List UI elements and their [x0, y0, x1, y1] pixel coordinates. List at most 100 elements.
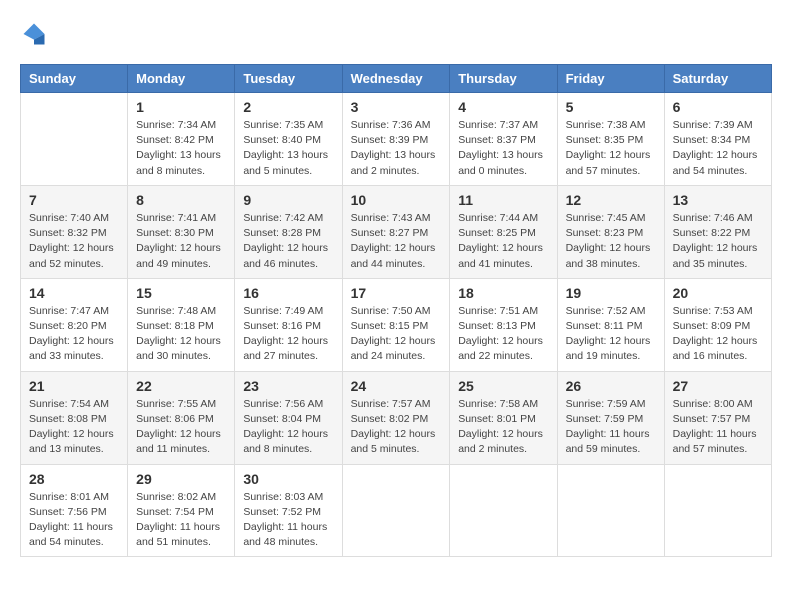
- day-number: 2: [243, 99, 333, 115]
- day-number: 29: [136, 471, 226, 487]
- calendar-cell: [450, 464, 557, 557]
- header-tuesday: Tuesday: [235, 65, 342, 93]
- day-info: Sunrise: 7:50 AM Sunset: 8:15 PM Dayligh…: [351, 304, 442, 365]
- calendar-cell: 18 Sunrise: 7:51 AM Sunset: 8:13 PM Dayli…: [450, 278, 557, 371]
- calendar-cell: 23 Sunrise: 7:56 AM Sunset: 8:04 PM Dayli…: [235, 371, 342, 464]
- day-number: 13: [673, 192, 763, 208]
- calendar-cell: 12 Sunrise: 7:45 AM Sunset: 8:23 PM Dayli…: [557, 185, 664, 278]
- calendar-cell: 24 Sunrise: 7:57 AM Sunset: 8:02 PM Dayli…: [342, 371, 450, 464]
- day-number: 16: [243, 285, 333, 301]
- day-info: Sunrise: 7:40 AM Sunset: 8:32 PM Dayligh…: [29, 211, 119, 272]
- day-number: 25: [458, 378, 548, 394]
- page-header: [20, 20, 772, 48]
- day-info: Sunrise: 7:39 AM Sunset: 8:34 PM Dayligh…: [673, 118, 763, 179]
- calendar-cell: 1Sunrise: 7:34 AM Sunset: 8:42 PM Daylig…: [128, 93, 235, 186]
- calendar-cell: [557, 464, 664, 557]
- day-info: Sunrise: 7:36 AM Sunset: 8:39 PM Dayligh…: [351, 118, 442, 179]
- day-number: 27: [673, 378, 763, 394]
- header-friday: Friday: [557, 65, 664, 93]
- calendar-cell: 10 Sunrise: 7:43 AM Sunset: 8:27 PM Dayli…: [342, 185, 450, 278]
- day-number: 8: [136, 192, 226, 208]
- day-info: Sunrise: 8:00 AM Sunset: 7:57 PM Dayligh…: [673, 397, 763, 458]
- calendar-week-row: 7Sunrise: 7:40 AM Sunset: 8:32 PM Daylig…: [21, 185, 772, 278]
- day-number: 30: [243, 471, 333, 487]
- calendar-cell: 2 Sunrise: 7:35 AM Sunset: 8:40 PM Daylig…: [235, 93, 342, 186]
- day-info: Sunrise: 7:48 AM Sunset: 8:18 PM Dayligh…: [136, 304, 226, 365]
- day-info: Sunrise: 7:49 AM Sunset: 8:16 PM Dayligh…: [243, 304, 333, 365]
- calendar-week-row: 1Sunrise: 7:34 AM Sunset: 8:42 PM Daylig…: [21, 93, 772, 186]
- day-number: 23: [243, 378, 333, 394]
- day-number: 5: [566, 99, 656, 115]
- day-info: Sunrise: 8:03 AM Sunset: 7:52 PM Dayligh…: [243, 490, 333, 551]
- day-number: 22: [136, 378, 226, 394]
- day-number: 26: [566, 378, 656, 394]
- day-number: 15: [136, 285, 226, 301]
- day-info: Sunrise: 7:56 AM Sunset: 8:04 PM Dayligh…: [243, 397, 333, 458]
- day-number: 24: [351, 378, 442, 394]
- calendar-cell: 4 Sunrise: 7:37 AM Sunset: 8:37 PM Daylig…: [450, 93, 557, 186]
- calendar-cell: 21Sunrise: 7:54 AM Sunset: 8:08 PM Dayli…: [21, 371, 128, 464]
- calendar-week-row: 28Sunrise: 8:01 AM Sunset: 7:56 PM Dayli…: [21, 464, 772, 557]
- calendar-cell: 20 Sunrise: 7:53 AM Sunset: 8:09 PM Dayli…: [664, 278, 771, 371]
- calendar-cell: 16 Sunrise: 7:49 AM Sunset: 8:16 PM Dayli…: [235, 278, 342, 371]
- calendar-cell: 26 Sunrise: 7:59 AM Sunset: 7:59 PM Dayli…: [557, 371, 664, 464]
- day-info: Sunrise: 7:55 AM Sunset: 8:06 PM Dayligh…: [136, 397, 226, 458]
- header-sunday: Sunday: [21, 65, 128, 93]
- day-number: 1: [136, 99, 226, 115]
- day-number: 11: [458, 192, 548, 208]
- calendar-cell: 25Sunrise: 7:58 AM Sunset: 8:01 PM Dayli…: [450, 371, 557, 464]
- calendar-cell: 17 Sunrise: 7:50 AM Sunset: 8:15 PM Dayli…: [342, 278, 450, 371]
- calendar-cell: 3 Sunrise: 7:36 AM Sunset: 8:39 PM Daylig…: [342, 93, 450, 186]
- calendar-cell: 14 Sunrise: 7:47 AM Sunset: 8:20 PM Dayli…: [21, 278, 128, 371]
- day-info: Sunrise: 7:44 AM Sunset: 8:25 PM Dayligh…: [458, 211, 548, 272]
- day-info: Sunrise: 7:35 AM Sunset: 8:40 PM Dayligh…: [243, 118, 333, 179]
- day-info: Sunrise: 7:53 AM Sunset: 8:09 PM Dayligh…: [673, 304, 763, 365]
- day-number: 4: [458, 99, 548, 115]
- day-number: 20: [673, 285, 763, 301]
- header-wednesday: Wednesday: [342, 65, 450, 93]
- day-number: 3: [351, 99, 442, 115]
- logo: [20, 20, 52, 48]
- day-number: 9: [243, 192, 333, 208]
- header-monday: Monday: [128, 65, 235, 93]
- day-info: Sunrise: 8:02 AM Sunset: 7:54 PM Dayligh…: [136, 490, 226, 551]
- day-info: Sunrise: 7:43 AM Sunset: 8:27 PM Dayligh…: [351, 211, 442, 272]
- day-number: 28: [29, 471, 119, 487]
- calendar-cell: 11 Sunrise: 7:44 AM Sunset: 8:25 PM Dayli…: [450, 185, 557, 278]
- header-thursday: Thursday: [450, 65, 557, 93]
- calendar-cell: 6 Sunrise: 7:39 AM Sunset: 8:34 PM Daylig…: [664, 93, 771, 186]
- calendar-table: SundayMondayTuesdayWednesdayThursdayFrid…: [20, 64, 772, 557]
- calendar-cell: 30 Sunrise: 8:03 AM Sunset: 7:52 PM Dayli…: [235, 464, 342, 557]
- calendar-cell: 5 Sunrise: 7:38 AM Sunset: 8:35 PM Daylig…: [557, 93, 664, 186]
- day-number: 12: [566, 192, 656, 208]
- day-info: Sunrise: 7:51 AM Sunset: 8:13 PM Dayligh…: [458, 304, 548, 365]
- day-number: 10: [351, 192, 442, 208]
- day-number: 14: [29, 285, 119, 301]
- calendar-cell: 19 Sunrise: 7:52 AM Sunset: 8:11 PM Dayli…: [557, 278, 664, 371]
- day-info: Sunrise: 7:59 AM Sunset: 7:59 PM Dayligh…: [566, 397, 656, 458]
- day-number: 6: [673, 99, 763, 115]
- day-number: 17: [351, 285, 442, 301]
- calendar-cell: [342, 464, 450, 557]
- day-number: 19: [566, 285, 656, 301]
- calendar-cell: 15 Sunrise: 7:48 AM Sunset: 8:18 PM Dayli…: [128, 278, 235, 371]
- day-info: Sunrise: 7:52 AM Sunset: 8:11 PM Dayligh…: [566, 304, 656, 365]
- logo-icon: [20, 20, 48, 48]
- calendar-header-row: SundayMondayTuesdayWednesdayThursdayFrid…: [21, 65, 772, 93]
- calendar-cell: 8Sunrise: 7:41 AM Sunset: 8:30 PM Daylig…: [128, 185, 235, 278]
- header-saturday: Saturday: [664, 65, 771, 93]
- day-info: Sunrise: 7:37 AM Sunset: 8:37 PM Dayligh…: [458, 118, 548, 179]
- day-number: 18: [458, 285, 548, 301]
- day-info: Sunrise: 7:45 AM Sunset: 8:23 PM Dayligh…: [566, 211, 656, 272]
- calendar-week-row: 14 Sunrise: 7:47 AM Sunset: 8:20 PM Dayli…: [21, 278, 772, 371]
- calendar-cell: 13 Sunrise: 7:46 AM Sunset: 8:22 PM Dayli…: [664, 185, 771, 278]
- calendar-cell: [664, 464, 771, 557]
- calendar-cell: 22 Sunrise: 7:55 AM Sunset: 8:06 PM Dayli…: [128, 371, 235, 464]
- day-info: Sunrise: 7:57 AM Sunset: 8:02 PM Dayligh…: [351, 397, 442, 458]
- calendar-week-row: 21Sunrise: 7:54 AM Sunset: 8:08 PM Dayli…: [21, 371, 772, 464]
- day-info: Sunrise: 7:38 AM Sunset: 8:35 PM Dayligh…: [566, 118, 656, 179]
- day-info: Sunrise: 7:47 AM Sunset: 8:20 PM Dayligh…: [29, 304, 119, 365]
- calendar-cell: 9Sunrise: 7:42 AM Sunset: 8:28 PM Daylig…: [235, 185, 342, 278]
- day-info: Sunrise: 7:54 AM Sunset: 8:08 PM Dayligh…: [29, 397, 119, 458]
- day-info: Sunrise: 7:46 AM Sunset: 8:22 PM Dayligh…: [673, 211, 763, 272]
